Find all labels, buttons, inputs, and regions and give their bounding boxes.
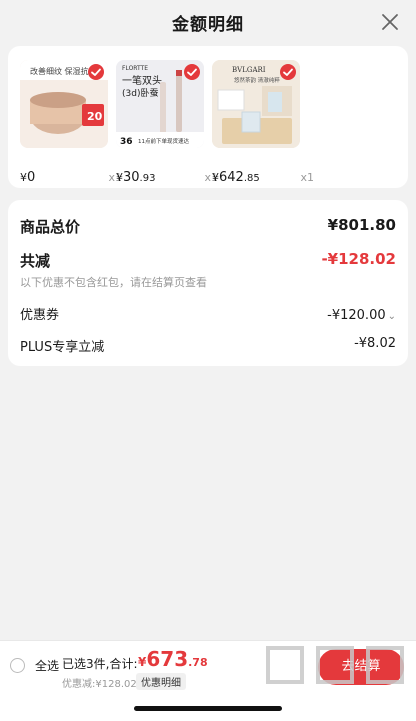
- discount-note: 以下优惠不包含红包，请在结算页查看: [20, 276, 207, 289]
- selected-check-icon: [280, 64, 296, 80]
- selected-count: 已选3件,合计:: [62, 657, 138, 671]
- plus-label: PLUS专享立减: [20, 340, 105, 355]
- product-line1: 一笔双头: [122, 74, 162, 87]
- product-item[interactable]: BVLGARI 悠然茶韵 清澈纯粹 ¥642.85 x1: [212, 60, 314, 185]
- selected-check-icon: [88, 64, 104, 80]
- eyeliner-pen-thumbnail: FLORTTE 一笔双头 (3d)卧蚕 36 11点前下单现货速达: [116, 60, 204, 148]
- promo-badge: 20: [87, 110, 103, 123]
- product-qty: x1: [300, 171, 314, 184]
- reduce-value: -¥128.02: [321, 250, 396, 268]
- sheet-header: 金额明细: [0, 0, 416, 44]
- product-item[interactable]: FLORTTE 一笔双头 (3d)卧蚕 36 11点前下单现货速达 ¥30.93: [116, 60, 218, 185]
- product-price: ¥30.93: [116, 170, 156, 185]
- coupon-value: -¥120.00: [327, 308, 386, 323]
- promo-text: 11点前下单现货速达: [138, 137, 189, 145]
- coupon-value-wrap: -¥120.00 ⌄: [327, 304, 396, 323]
- products-card: 改善细纹 保湿抗 20 ¥0 x1 FLORTTE 一笔双头 (3d)卧蚕 36…: [8, 46, 408, 188]
- brand-text: FLORTTE: [122, 65, 148, 72]
- perfume-set-thumbnail: BVLGARI 悠然茶韵 清澈纯粹: [212, 60, 300, 148]
- promo-price: 36: [120, 137, 133, 147]
- product-price-row: ¥642.85 x1: [212, 170, 314, 188]
- product-line2: (3d)卧蚕: [122, 87, 158, 99]
- total-value: ¥801.80: [327, 216, 396, 234]
- product-line1: 悠然茶韵 清澈纯粹: [234, 76, 280, 84]
- brand-text: BVLGARI: [232, 66, 266, 74]
- watermark-logo: [266, 646, 404, 684]
- close-button[interactable]: [378, 10, 402, 34]
- product-price-row: ¥30.93 x1: [116, 170, 218, 188]
- grand-total: ¥673.78: [138, 647, 208, 671]
- product-item[interactable]: 改善细纹 保湿抗 20 ¥0 x1: [20, 60, 122, 185]
- product-price-row: ¥0 x1: [20, 170, 122, 188]
- product-price: ¥0: [20, 170, 36, 185]
- close-icon: [382, 14, 398, 30]
- reduce-label: 共减: [20, 252, 51, 270]
- cream-jar-thumbnail: 改善细纹 保湿抗 20: [20, 60, 108, 148]
- price-summary-card: 商品总价 ¥801.80 共减 -¥128.02 以下优惠不包含红包，请在结算页…: [8, 200, 408, 366]
- discount-detail-button[interactable]: 优惠明细: [136, 673, 186, 690]
- discount-total: 优惠减:¥128.02: [62, 679, 137, 690]
- total-label: 商品总价: [20, 218, 81, 236]
- home-indicator: [134, 706, 282, 711]
- badge-text: 改善细纹 保湿抗: [30, 66, 89, 76]
- selected-check-icon: [184, 64, 200, 80]
- amount-detail-sheet: 金额明细 改善细纹 保湿抗 20 ¥0 x1 FLORTTE 一笔双头 (3d)…: [0, 0, 416, 640]
- chevron-down-icon: ⌄: [387, 311, 396, 322]
- sheet-title: 金额明细: [172, 15, 244, 35]
- select-all-label[interactable]: 全选: [35, 657, 59, 674]
- select-all-radio[interactable]: [10, 658, 25, 673]
- plus-value: -¥8.02: [354, 336, 396, 351]
- product-price: ¥642.85: [212, 170, 260, 185]
- coupon-label: 优惠券: [20, 308, 60, 323]
